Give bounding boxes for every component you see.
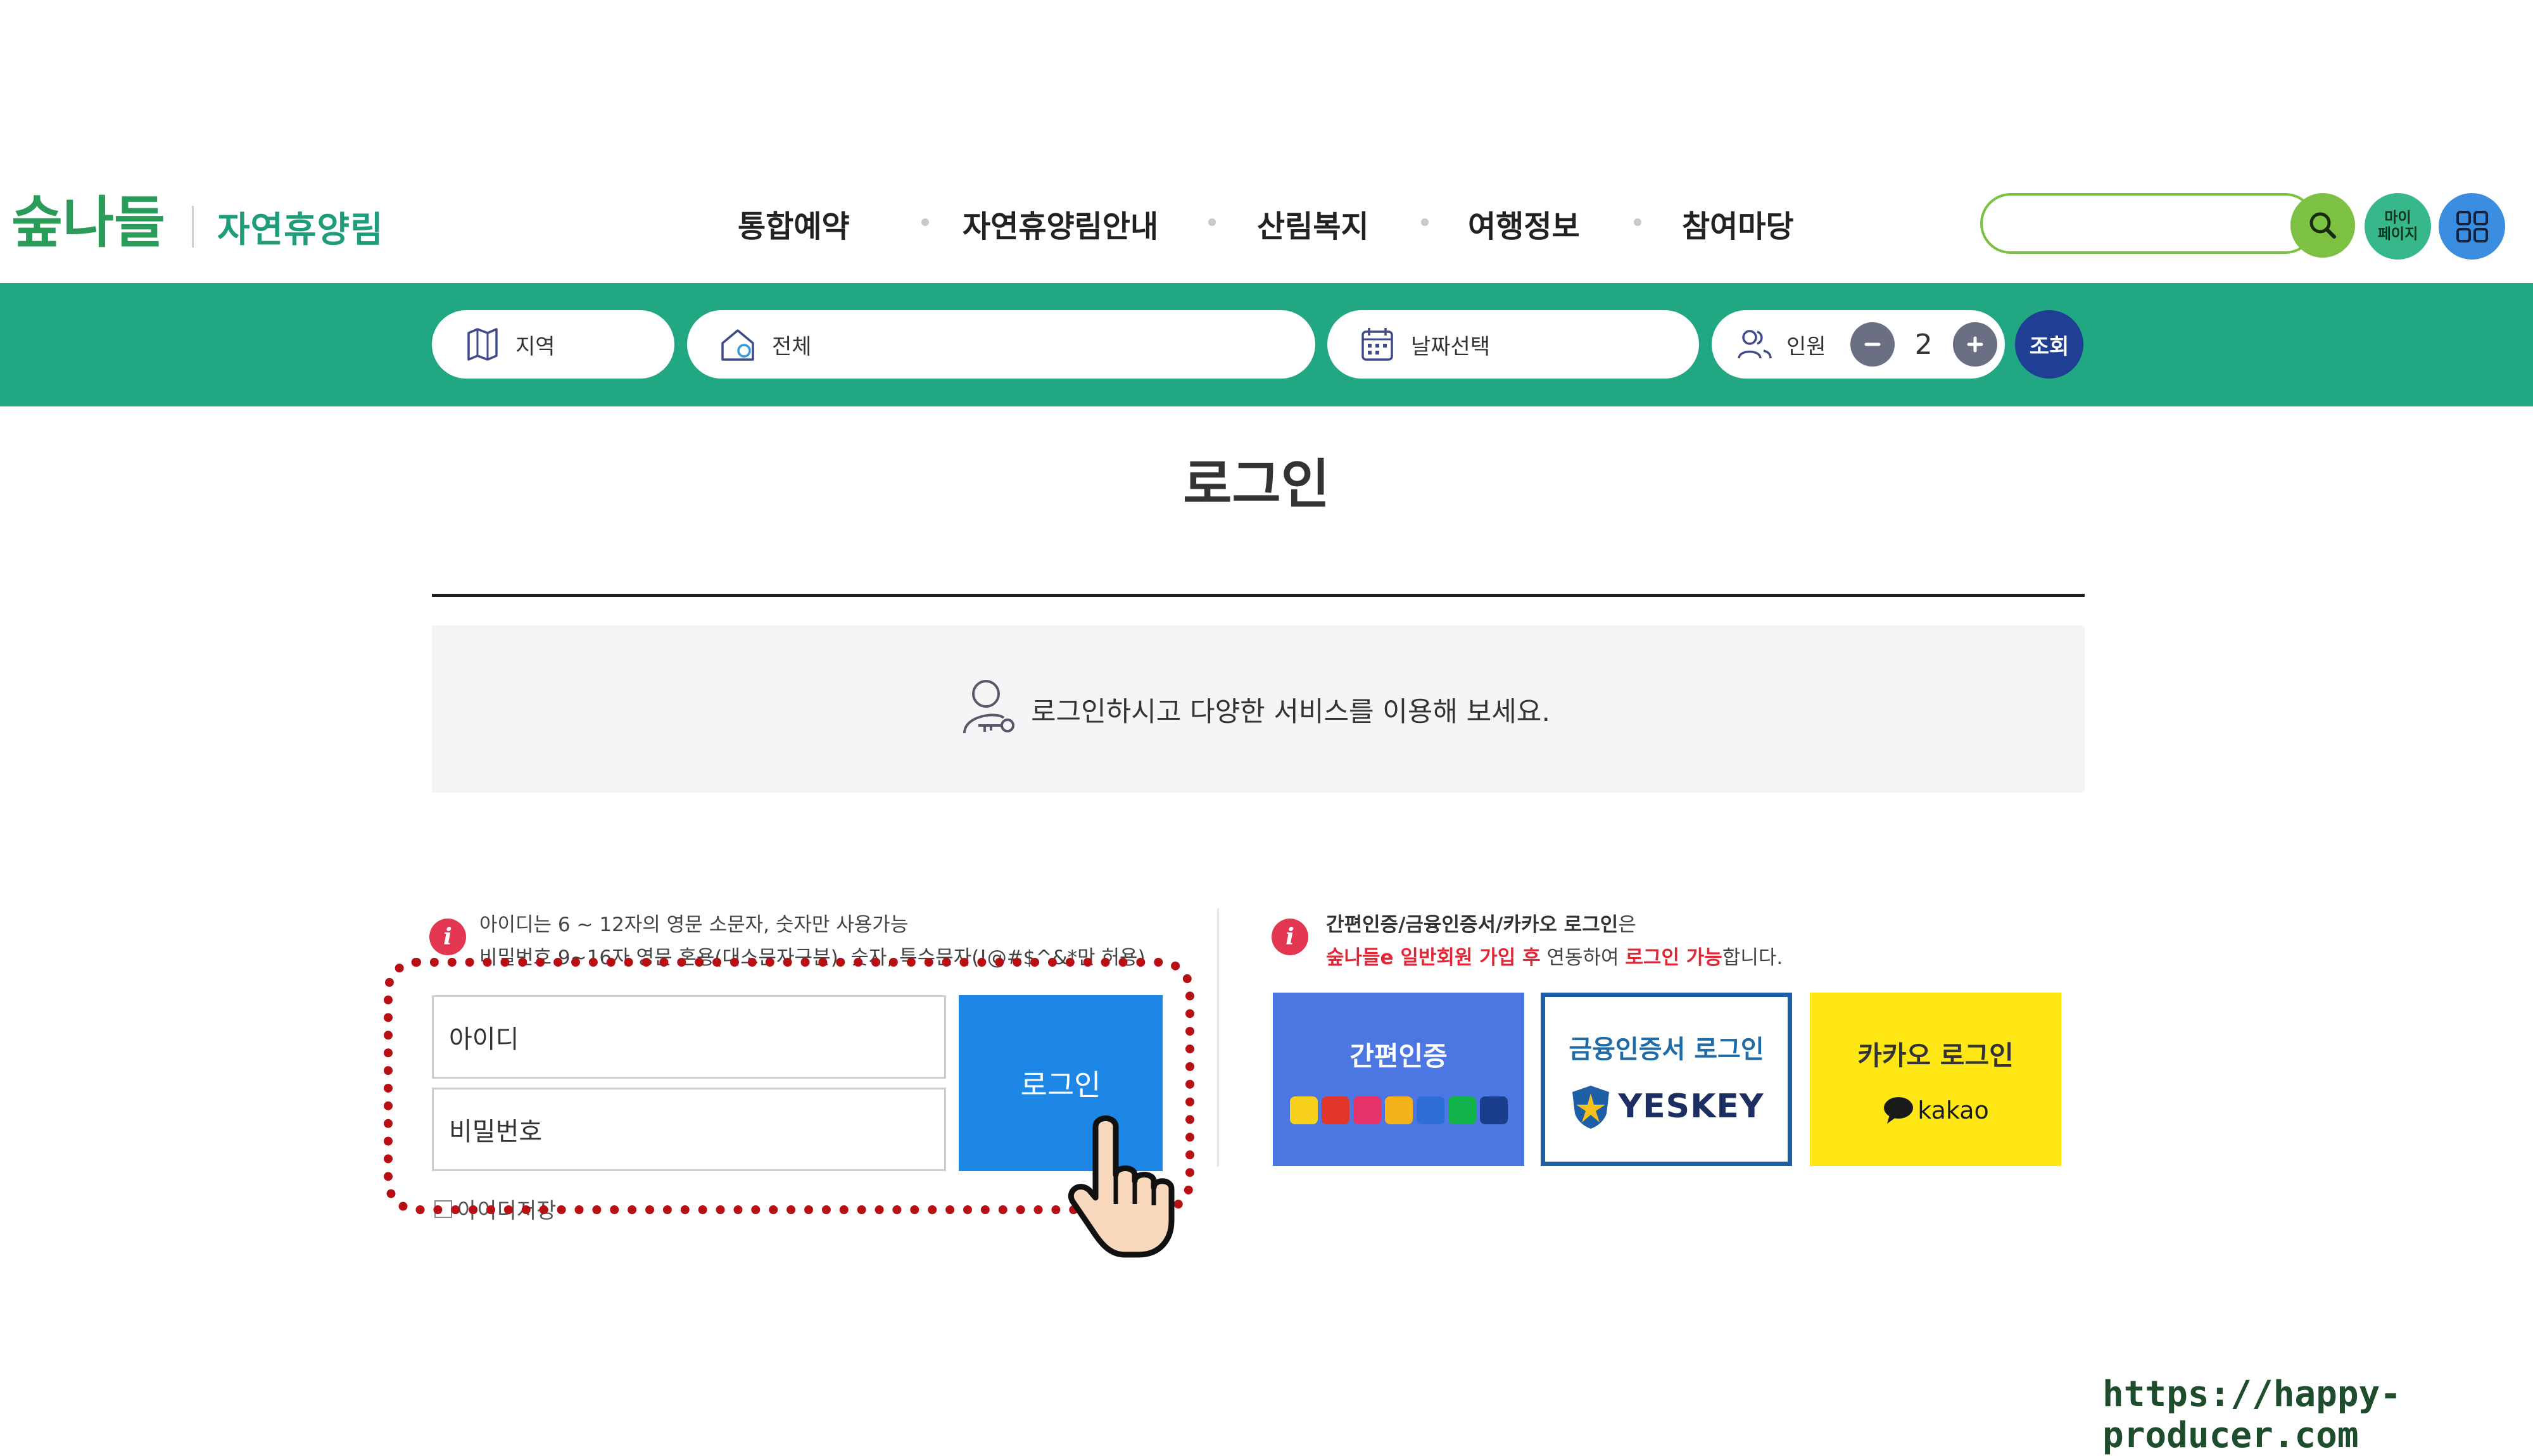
people-decrease-button[interactable] (1850, 322, 1895, 367)
kakao-login-button[interactable]: 카카오 로그인 kakao (1810, 993, 2061, 1166)
user-key-icon (959, 676, 1020, 742)
header-search-input[interactable] (1980, 193, 2316, 254)
kakao-login-label: 카카오 로그인 (1857, 1039, 2014, 1071)
section-divider (1217, 908, 1219, 1167)
info-icon: i (429, 919, 466, 955)
nav-separator (1208, 218, 1216, 226)
date-label: 날짜선택 (1411, 334, 1491, 360)
kakao-brand: kakao (1917, 1096, 1989, 1124)
nav-community[interactable]: 참여마당 (1682, 201, 1794, 246)
simple-auth-button[interactable]: 간편인증 (1273, 993, 1524, 1166)
pointer-hand-icon (1065, 1109, 1179, 1264)
people-count: 2 (1914, 328, 1933, 361)
pass-blue-icon (1416, 1096, 1444, 1124)
nav-reservation[interactable]: 통합예약 (738, 201, 850, 246)
logo-subtitle: 자연휴양림 (217, 210, 384, 251)
facility-label: 전체 (772, 334, 812, 360)
payco-icon (1321, 1096, 1349, 1124)
naver-icon (1448, 1096, 1476, 1124)
id-rule-notice: 아이디는 6 ~ 12자의 영문 소문자, 숫자만 사용가능 (479, 913, 909, 936)
grid-menu-icon (2456, 210, 2488, 242)
plus-icon (1967, 336, 1983, 353)
all-menu-button[interactable] (2439, 193, 2505, 260)
people-selector: 인원 2 (1712, 310, 2005, 379)
reservation-search-button[interactable]: 조회 (2015, 310, 2083, 379)
alt-login-notice-2: 숲나들e 일반회원 가입 후 연동하여 로그인 가능합니다. (1326, 946, 1783, 969)
minus-icon (1864, 342, 1881, 346)
home-pin-icon (719, 325, 758, 363)
watermark-url: https://happy-producer.com (2102, 1374, 2402, 1456)
talk-icon (1289, 1096, 1318, 1124)
yeskey-brand: YESKEY (1618, 1088, 1764, 1126)
region-label: 지역 (515, 334, 555, 360)
nav-separator (1634, 218, 1641, 226)
date-select[interactable]: 날짜선택 (1327, 310, 1699, 379)
logo-divider (192, 206, 194, 248)
financial-cert-button[interactable]: 금융인증서 로그인 YESKEY (1541, 993, 1792, 1166)
mypage-button[interactable]: 마이 페이지 (2365, 193, 2431, 260)
people-icon (1737, 328, 1772, 361)
people-increase-button[interactable] (1952, 322, 1997, 367)
kb-icon (1384, 1096, 1413, 1124)
mypage-label: 페이지 (2377, 225, 2418, 242)
bank-icon (1479, 1096, 1508, 1124)
nav-separator (1421, 218, 1429, 226)
simple-auth-label: 간편인증 (1349, 1040, 1448, 1072)
search-icon (2309, 212, 2336, 239)
yeskey-shield-icon (1572, 1086, 1610, 1129)
people-label: 인원 (1786, 334, 1826, 360)
kakao-bubble-icon (1884, 1096, 1914, 1124)
info-icon: i (1272, 919, 1308, 955)
login-info-message: 로그인하시고 다양한 서비스를 이용해 보세요. (1031, 696, 1550, 728)
calendar-icon (1359, 325, 1397, 363)
nav-welfare[interactable]: 산림복지 (1257, 201, 1369, 246)
logo-text: 숲나들e (11, 190, 163, 255)
cert-login-label: 금융인증서 로그인 (1569, 1035, 1764, 1064)
pass-icon (1353, 1096, 1381, 1124)
map-icon (464, 325, 502, 363)
auth-provider-icons (1289, 1096, 1508, 1124)
nav-separator (921, 218, 929, 226)
logo-mark: 숲나들e (11, 190, 203, 255)
page-title: 로그인 (1183, 453, 1330, 515)
nav-travel[interactable]: 여행정보 (1468, 201, 1580, 246)
alt-login-notice-1: 간편인증/금융인증서/카카오 로그인은 (1326, 913, 1636, 936)
nav-forest-info[interactable]: 자연휴양림안내 (963, 201, 1158, 246)
mypage-label: 마이 (2384, 210, 2411, 227)
facility-select[interactable]: 전체 (687, 310, 1315, 379)
region-select[interactable]: 지역 (432, 310, 674, 379)
yeskey-logo: YESKEY (1569, 1083, 1764, 1130)
kakao-logo: kakao (1882, 1096, 1989, 1125)
title-divider (432, 594, 2085, 597)
header-search-button[interactable] (2290, 193, 2355, 258)
site-logo[interactable]: 숲나들e (11, 184, 203, 260)
